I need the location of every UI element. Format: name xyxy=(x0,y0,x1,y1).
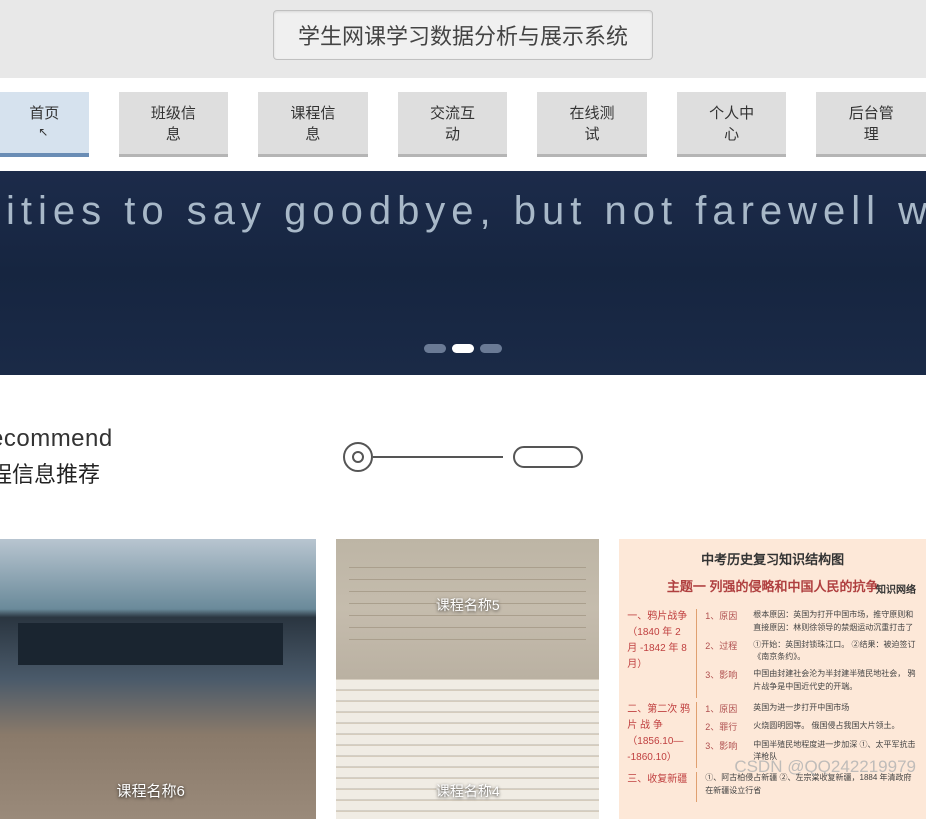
carousel-dot[interactable] xyxy=(480,344,502,353)
course-card[interactable]: 课程名称6 xyxy=(0,539,316,819)
course-card[interactable]: 课程名称5 课程名称4 xyxy=(336,539,599,819)
doc-note: 知识网络 xyxy=(876,581,916,596)
banner-text: sities to say goodbye, but not farewell … xyxy=(0,189,926,234)
course-name: 课程名称4 xyxy=(436,781,500,801)
course-thumbnail: 课程名称4 xyxy=(336,679,599,819)
nav-label: 首页 xyxy=(29,105,59,122)
doc-title: 中考历史复习知识结构图 xyxy=(627,549,918,568)
course-cards: 课程名称6 课程名称5 课程名称4 中考历史复习知识结构图 主题一 列强的侵略和… xyxy=(0,539,926,819)
nav-course-info[interactable]: 课程信息 xyxy=(258,92,368,157)
course-name: 课程名称5 xyxy=(436,595,500,615)
nav-bar: 首页 ↖ 班级信息 课程信息 交流互动 在线测试 个人中心 后台管理 xyxy=(0,92,926,157)
nav-home[interactable]: 首页 ↖ xyxy=(0,92,89,157)
section-decor xyxy=(343,442,583,472)
section-titles: ecommend 程信息推荐 xyxy=(0,425,113,489)
doc-left: 一、鸦片战争 （1840 年 2 月 -1842 年 8 月） xyxy=(627,609,697,698)
watermark: CSDN @QQ242219979 xyxy=(734,757,916,777)
nav-container: 首页 ↖ 班级信息 课程信息 交流互动 在线测试 个人中心 后台管理 xyxy=(0,78,926,171)
nav-class-info[interactable]: 班级信息 xyxy=(119,92,229,157)
cursor-icon: ↖ xyxy=(38,125,48,139)
course-thumbnail: 课程名称5 xyxy=(336,539,599,679)
main-content: ecommend 程信息推荐 课程名称6 课程名称5 课程名称4 中考历史复习知… xyxy=(0,375,926,819)
doc-left: 二、第二次 鸦 片 战 争 （1856.10— -1860.10） xyxy=(627,702,697,768)
course-card[interactable]: 中考历史复习知识结构图 主题一 列强的侵略和中国人民的抗争 知识网络 一、鸦片战… xyxy=(619,539,926,819)
header: 学生网课学习数据分析与展示系统 xyxy=(0,0,926,78)
doc-left: 三、收复新疆 xyxy=(627,772,697,802)
carousel-dot-active[interactable] xyxy=(452,344,474,353)
carousel-dot[interactable] xyxy=(424,344,446,353)
nav-personal[interactable]: 个人中心 xyxy=(677,92,787,157)
nav-online-test[interactable]: 在线测试 xyxy=(537,92,647,157)
page-title: 学生网课学习数据分析与展示系统 xyxy=(273,10,653,60)
decor-circle-icon xyxy=(343,442,373,472)
course-thumbnail xyxy=(0,539,316,819)
course-name: 课程名称6 xyxy=(116,780,184,801)
decor-line xyxy=(373,456,503,458)
doc-row: 一、鸦片战争 （1840 年 2 月 -1842 年 8 月） 1、原因根本原因… xyxy=(627,609,918,698)
section-header: ecommend 程信息推荐 xyxy=(0,425,926,489)
decor-pill xyxy=(513,446,583,468)
section-title-en: ecommend xyxy=(0,425,113,453)
carousel-dots xyxy=(424,344,502,353)
doc-subtitle: 主题一 列强的侵略和中国人民的抗争 xyxy=(627,576,918,595)
banner-carousel[interactable]: sities to say goodbye, but not farewell … xyxy=(0,171,926,375)
nav-admin[interactable]: 后台管理 xyxy=(816,92,926,157)
nav-interact[interactable]: 交流互动 xyxy=(398,92,508,157)
section-title-zh: 程信息推荐 xyxy=(0,457,113,489)
